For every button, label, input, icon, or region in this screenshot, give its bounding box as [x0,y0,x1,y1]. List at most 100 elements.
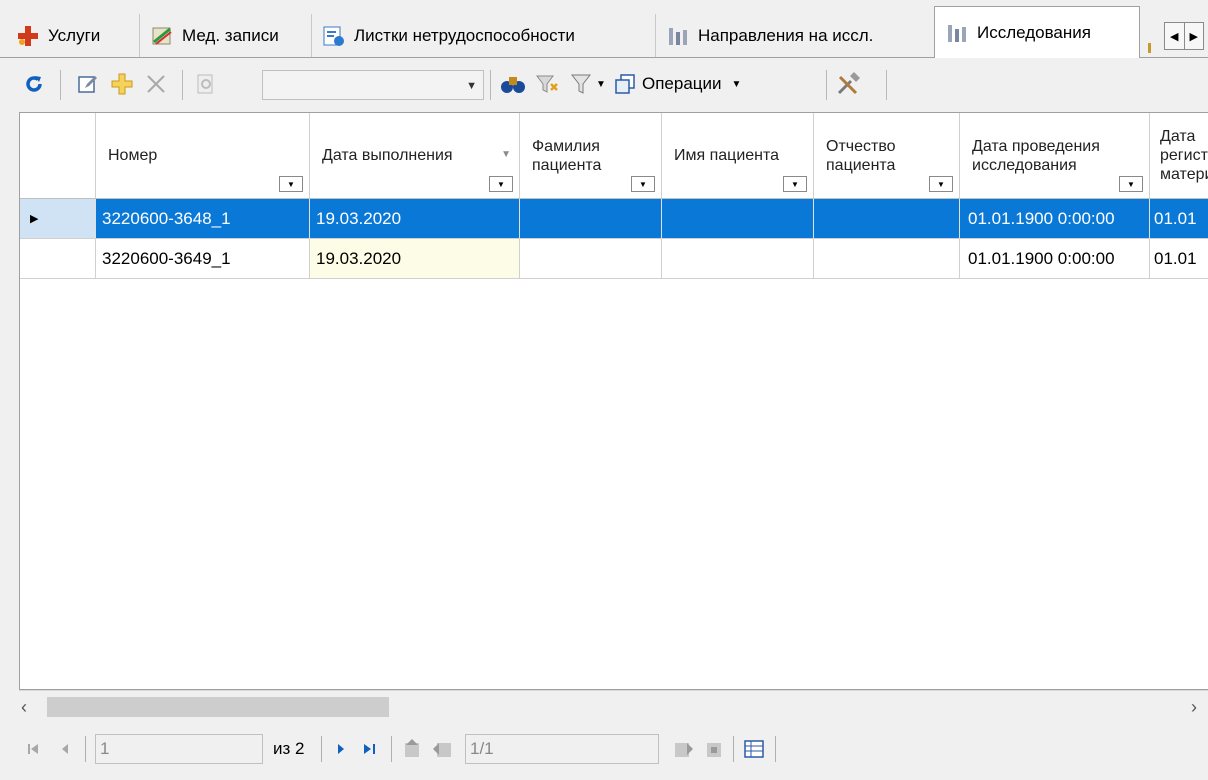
column-header-last-name[interactable]: Фамилия пациента ▼ [520,113,662,199]
referrals-icon [669,27,687,45]
column-header-label: Номер [108,147,158,164]
grid-view-button[interactable] [743,734,765,764]
next-page-icon [675,743,693,757]
clear-filter-button[interactable] [532,68,562,100]
prev-page-icon [433,743,451,757]
last-page-button[interactable] [703,734,725,764]
services-icon [18,25,38,46]
prev-page-button[interactable] [433,734,455,764]
column-header-patronymic[interactable]: Отчество пациента ▼ [814,113,960,199]
cell-date[interactable]: 19.03.2020 [310,199,520,239]
add-icon [111,73,133,95]
first-record-button[interactable] [25,734,41,764]
filter-combo[interactable]: ▼ [262,70,484,100]
tab-label: Услуги [48,25,101,45]
research-grid: Номер ▼ Дата выполнения ▼ ▼ Фамилия паци… [19,112,1208,690]
first-page-button[interactable] [401,734,423,764]
record-position-input[interactable]: 1 [95,734,263,764]
prev-record-icon [62,744,68,754]
cell-last-name[interactable] [520,239,662,279]
sort-descending-icon: ▼ [501,149,511,160]
cell-reg-date[interactable]: 01.01 [1150,199,1208,239]
tab-research[interactable]: Исследования [934,6,1140,58]
tab-label: Направления на иссл. [698,25,874,45]
cell-number[interactable]: 3220600-3648_1 [96,199,310,239]
research-icon [948,24,966,42]
combo-dropdown-icon[interactable]: ▼ [466,80,477,92]
edit-icon [78,76,97,93]
tab-scroll-right-button[interactable]: ▶ [1183,23,1204,49]
last-record-icon [364,744,375,754]
scroll-right-arrow-icon[interactable]: › [1191,697,1197,718]
column-header-first-name[interactable]: Имя пациента ▼ [662,113,814,199]
prev-record-button[interactable] [57,734,73,764]
next-page-button[interactable] [671,734,693,764]
column-filter-button[interactable]: ▼ [929,176,953,192]
operations-label: Операции [642,74,722,93]
sick-leave-icon [323,26,344,46]
column-filter-button[interactable]: ▼ [489,176,513,192]
cell-research-date[interactable]: 01.01.1900 0:00:00 [960,239,1150,279]
first-page-icon [405,739,419,757]
edit-button[interactable] [74,68,102,100]
operations-button[interactable]: Операции ▼ [614,68,754,100]
tools-button[interactable] [834,68,864,100]
delete-button[interactable] [142,68,170,100]
row-indicator[interactable]: ▶ [20,199,96,239]
column-header-research-date[interactable]: Дата проведения исследования ▼ [960,113,1150,199]
scrollbar-thumb[interactable] [47,697,389,717]
view-button[interactable] [192,68,220,100]
column-header-label: Дата проведения исследования [972,137,1100,174]
page-indicator-input[interactable]: 1/1 [465,734,659,764]
navigator-separator [321,736,322,762]
cell-number[interactable]: 3220600-3649_1 [96,239,310,279]
navigator-separator [85,736,86,762]
cell-reg-date[interactable]: 01.01 [1150,239,1208,279]
binoculars-icon [501,77,525,93]
toolbar-separator [826,70,827,100]
cell-patronymic[interactable] [814,239,960,279]
tab-scroll-left-button[interactable]: ◀ [1165,23,1184,49]
cell-research-date[interactable]: 01.01.1900 0:00:00 [960,199,1150,239]
next-record-button[interactable] [333,734,349,764]
filter-dropdown-icon[interactable]: ▼ [596,79,606,90]
column-header-number[interactable]: Номер ▼ [96,113,310,199]
table-row[interactable]: ▶ 3220600-3648_1 19.03.2020 01.01.1900 0… [20,199,1208,239]
tab-label: Листки нетрудоспособности [354,25,575,45]
medical-records-icon [152,27,172,45]
first-record-icon [28,744,38,754]
add-button[interactable] [108,68,136,100]
operations-dropdown-icon: ▼ [731,78,742,90]
last-record-button[interactable] [361,734,379,764]
row-indicator[interactable] [20,239,96,279]
cell-last-name[interactable] [520,199,662,239]
grid-view-icon [744,740,764,758]
column-header-reg-date[interactable]: Дата регистрации материала [1150,113,1208,199]
toolbar-separator [886,70,887,100]
tab-scroll-buttons: ◀ ▶ [1164,22,1204,50]
toolbar-separator [182,70,183,100]
column-header-date[interactable]: Дата выполнения ▼ ▼ [310,113,520,199]
clear-filter-icon [536,75,558,93]
column-filter-button[interactable]: ▼ [1119,176,1143,192]
tab-sick-leave[interactable]: Листки нетрудоспособности [312,14,656,57]
tab-medical-records[interactable]: Мед. записи [140,14,312,57]
tab-services[interactable]: Услуги [6,14,140,57]
table-row[interactable]: 3220600-3649_1 19.03.2020 01.01.1900 0:0… [20,239,1208,279]
tab-referrals[interactable]: Направления на иссл. [656,14,934,57]
horizontal-scrollbar[interactable]: ‹ › [19,690,1208,723]
find-button[interactable] [498,68,528,100]
cell-date[interactable]: 19.03.2020 [310,239,520,279]
scroll-left-arrow-icon[interactable]: ‹ [21,697,27,718]
cell-patronymic[interactable] [814,199,960,239]
tab-label: Исследования [977,22,1091,42]
column-filter-button[interactable]: ▼ [631,176,655,192]
filter-button[interactable]: ▼ [566,68,610,100]
cell-first-name[interactable] [662,199,814,239]
tab-label: Мед. записи [182,25,279,45]
cell-first-name[interactable] [662,239,814,279]
refresh-button[interactable] [20,68,48,100]
column-filter-button[interactable]: ▼ [279,176,303,192]
column-filter-button[interactable]: ▼ [783,176,807,192]
current-row-icon: ▶ [30,213,39,225]
